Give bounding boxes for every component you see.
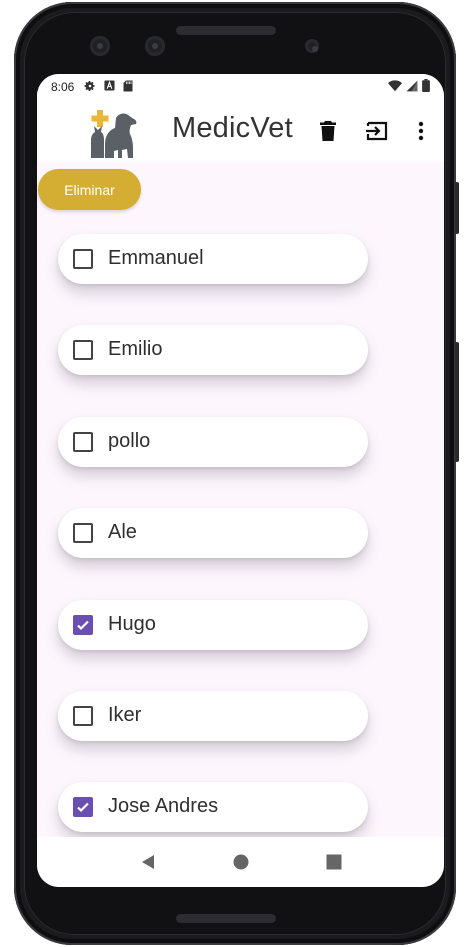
pet-card[interactable]: Jose Andres [58,782,368,833]
sd-card-icon [123,80,133,95]
list-item: Emmanuel [37,220,377,311]
back-icon[interactable] [136,850,160,874]
pet-name: Iker [108,704,142,726]
logout-icon[interactable] [364,118,390,144]
app-screen: 8:06 MedicVet Eliminar Emmanuel Emilio p… [37,74,444,887]
pet-name: Emilio [108,338,163,361]
list-item: Hugo [37,586,377,677]
system-nav-bar [37,837,444,887]
trash-icon[interactable] [315,118,341,144]
home-icon[interactable] [229,850,253,874]
check-icon [77,803,89,813]
pet-checkbox[interactable] [73,340,93,361]
delete-button[interactable]: Eliminar [38,169,141,210]
app-bar: MedicVet [37,100,444,162]
pet-name: pollo [108,429,151,452]
pet-checkbox[interactable] [73,431,93,452]
recents-icon[interactable] [322,850,346,874]
list-item: Emilio [37,311,377,402]
list-item: Iker [37,677,377,768]
pet-card[interactable]: Hugo [58,599,368,650]
app-title: MedicVet [172,112,293,144]
pet-name: Emmanuel [108,247,204,269]
front-sensor [145,36,165,56]
pet-card[interactable]: Emmanuel [58,234,368,284]
status-bar: 8:06 [37,74,444,100]
check-icon [77,620,89,630]
list-item: Ale [37,494,377,585]
vet-logo-icon [73,102,147,162]
pet-name: Ale [108,521,137,544]
wifi-icon [388,79,402,95]
proximity-sensor [305,39,319,53]
text-a-icon [104,80,115,94]
pet-checkbox[interactable] [73,797,93,818]
settings-icon [84,80,96,95]
list-item: pollo [37,403,377,494]
pet-name: Jose Andres [108,795,219,818]
power-button [455,342,459,462]
pet-checkbox[interactable] [73,706,93,726]
front-camera [90,36,110,56]
more-vert-icon[interactable] [408,118,434,144]
pet-checkbox[interactable] [73,249,93,269]
earpiece-speaker [176,26,276,35]
pet-checkbox[interactable] [73,614,93,635]
battery-icon [422,79,430,95]
pet-card[interactable]: pollo [58,416,368,467]
pet-card[interactable]: Emilio [58,325,368,376]
volume-button [455,182,459,234]
pet-checkbox[interactable] [73,523,93,544]
pet-name: Hugo [108,612,156,635]
signal-icon [406,80,418,95]
status-time: 8:06 [51,80,75,94]
pet-card[interactable]: Ale [58,508,368,559]
pet-card[interactable]: Iker [58,691,368,741]
bottom-speaker [176,914,276,923]
